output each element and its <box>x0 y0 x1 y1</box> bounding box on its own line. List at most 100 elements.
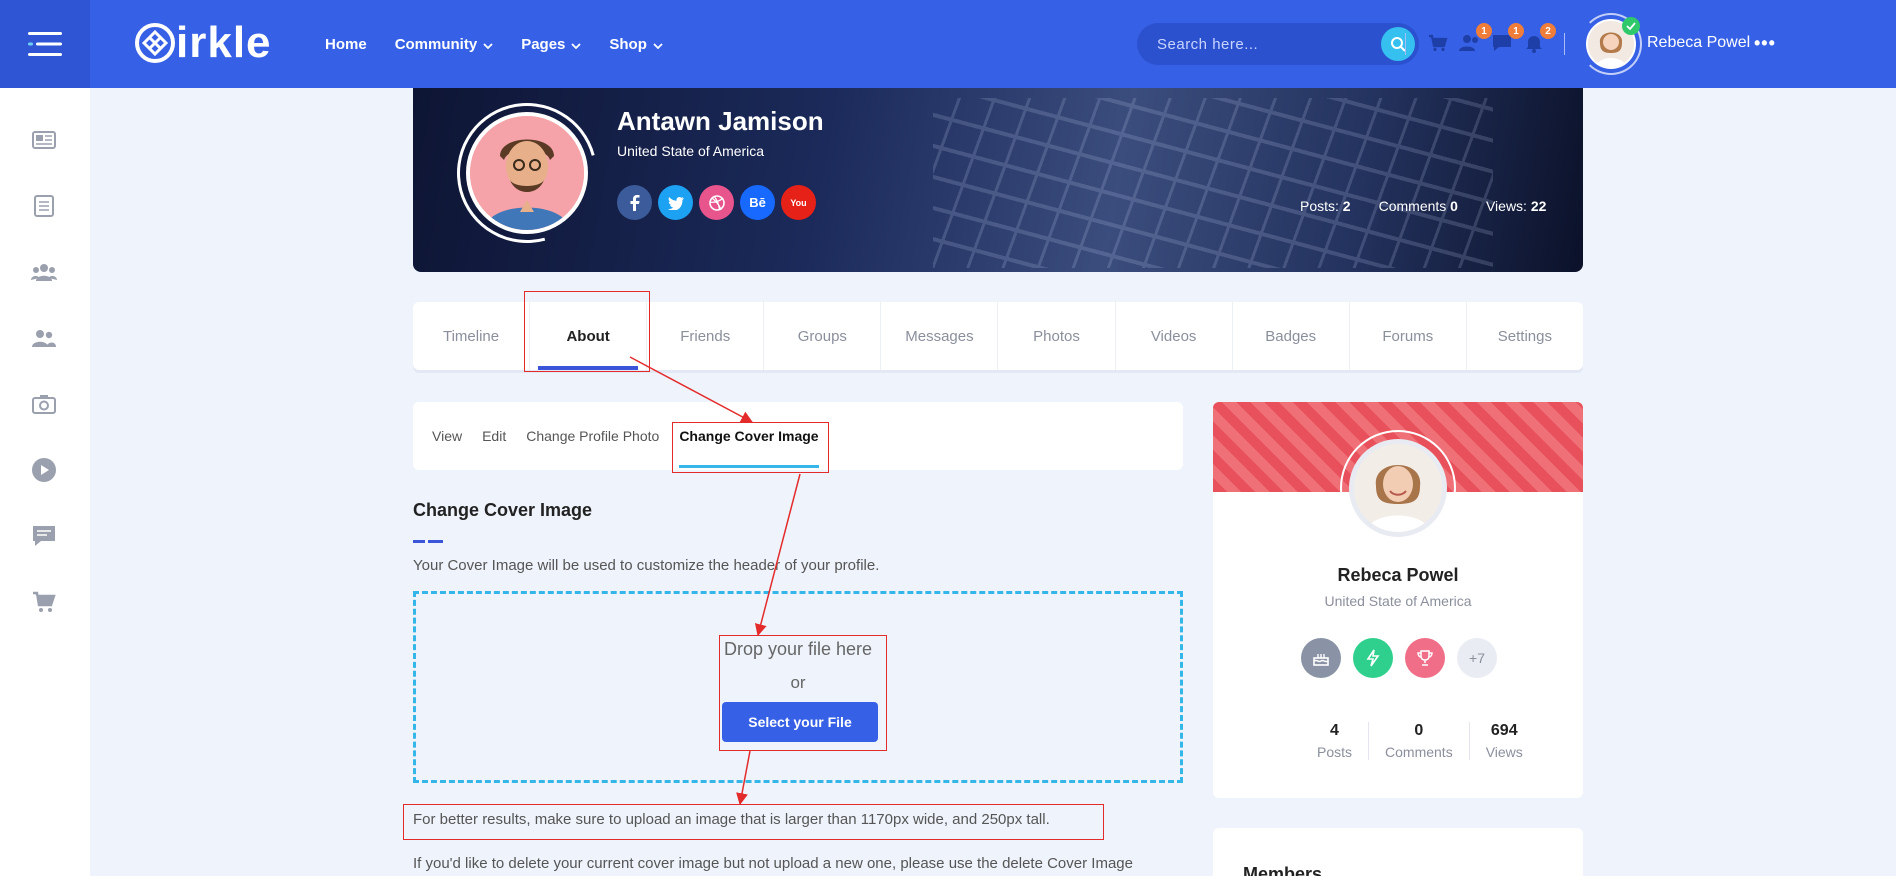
tab-photos[interactable]: Photos <box>998 302 1116 370</box>
card-stat-label: Posts <box>1317 744 1353 760</box>
social-links: Bē You <box>617 185 816 220</box>
sidebar-videos[interactable] <box>30 456 58 484</box>
youtube-icon: You <box>790 197 807 208</box>
behance-icon: Bē <box>749 195 766 210</box>
youtube-link[interactable]: You <box>781 185 816 220</box>
divider <box>1564 33 1565 55</box>
tab-settings[interactable]: Settings <box>1467 302 1583 370</box>
user-profile-card: Rebeca Powel United State of America +7 … <box>1213 402 1583 798</box>
badge-more[interactable]: +7 <box>1457 638 1497 678</box>
verified-icon <box>1622 17 1640 35</box>
chevron-down-icon <box>483 42 493 49</box>
cart-icon <box>1429 34 1448 52</box>
logo-mark-icon <box>135 23 175 63</box>
logo-text: irkle <box>176 18 272 67</box>
nav-shop-label: Shop <box>609 35 647 53</box>
tab-videos[interactable]: Videos <box>1116 302 1233 370</box>
lightning-icon <box>1366 649 1380 667</box>
card-stat-value: 0 <box>1414 722 1424 739</box>
members-title: Members <box>1243 864 1323 876</box>
annotation-box-dropzone <box>719 635 887 751</box>
tab-friends[interactable]: Friends <box>647 302 765 370</box>
facebook-icon <box>630 194 639 211</box>
subnav-edit[interactable]: Edit <box>482 402 506 470</box>
stat-posts: Posts: 2 <box>1300 198 1351 214</box>
cart-button[interactable] <box>1426 31 1450 55</box>
dribbble-link[interactable] <box>699 185 734 220</box>
badge-trophy[interactable] <box>1405 638 1445 678</box>
subnav-change-profile-photo[interactable]: Change Profile Photo <box>526 402 659 470</box>
nav-shop[interactable]: Shop <box>609 36 663 53</box>
badge-birthday[interactable] <box>1301 638 1341 678</box>
search-button[interactable] <box>1381 27 1415 61</box>
sidebar-newsfeed[interactable] <box>30 126 58 154</box>
title-underline <box>413 540 443 543</box>
card-avatar-image <box>1354 444 1442 532</box>
sidebar-groups[interactable] <box>30 258 58 286</box>
intro-text: Your Cover Image will be used to customi… <box>413 557 880 574</box>
nav-community[interactable]: Community <box>395 36 494 53</box>
card-stat-views: 694 Views <box>1470 722 1539 760</box>
chat-icon <box>33 526 55 546</box>
cover-pattern <box>933 98 1493 268</box>
profile-avatar[interactable] <box>466 112 588 234</box>
chevron-down-icon <box>571 42 582 49</box>
tab-timeline[interactable]: Timeline <box>413 302 531 370</box>
card-stat-label: Comments <box>1385 744 1453 760</box>
logo[interactable]: irkle <box>134 18 272 68</box>
search-box <box>1137 23 1419 65</box>
sidebar-shop[interactable] <box>30 588 58 616</box>
tab-messages[interactable]: Messages <box>881 302 999 370</box>
top-bar: irkle Home Community Pages Shop 1 1 2 <box>0 0 1896 88</box>
behance-link[interactable]: Bē <box>740 185 775 220</box>
more-options-icon[interactable]: ••• <box>1754 33 1776 54</box>
cake-icon <box>1313 654 1329 666</box>
newsfeed-icon <box>32 131 56 149</box>
card-stat-value: 4 <box>1330 722 1339 739</box>
facebook-link[interactable] <box>617 185 652 220</box>
sidebar-photos[interactable] <box>30 390 58 418</box>
users-icon <box>32 330 56 347</box>
stat-views-value: 22 <box>1530 198 1547 214</box>
stat-views-label: Views: <box>1485 198 1527 214</box>
nav-pages[interactable]: Pages <box>521 36 582 53</box>
annotation-box-change-cover <box>672 422 829 473</box>
profile-stats: Posts: 2 Comments 0 Views: 22 <box>1300 198 1546 214</box>
stat-comments-label: Comments <box>1378 198 1447 214</box>
tab-groups[interactable]: Groups <box>764 302 882 370</box>
chevron-down-icon <box>653 42 663 49</box>
annotation-box-about <box>524 291 650 372</box>
search-input[interactable] <box>1157 23 1357 65</box>
twitter-link[interactable] <box>658 185 693 220</box>
hamburger-icon <box>28 32 62 56</box>
messages-button[interactable]: 1 <box>1490 23 1524 55</box>
tab-forums[interactable]: Forums <box>1350 302 1467 370</box>
section-title: Change Cover Image <box>413 500 593 520</box>
document-icon <box>34 195 54 217</box>
card-user-name[interactable]: Rebeca Powel <box>1213 565 1583 586</box>
delete-cover-note: If you'd like to delete your current cov… <box>413 855 1133 872</box>
card-user-location: United State of America <box>1324 593 1472 609</box>
card-stat-value: 694 <box>1490 722 1518 739</box>
sidebar-pages[interactable] <box>30 192 58 220</box>
camera-icon <box>32 395 56 414</box>
stat-posts-label: Posts: <box>1300 198 1339 214</box>
card-avatar[interactable] <box>1349 439 1447 537</box>
friend-requests-button[interactable]: 1 <box>1458 23 1492 55</box>
trophy-icon <box>1417 650 1433 666</box>
notifications-button[interactable]: 2 <box>1522 23 1556 55</box>
profile-avatar-image <box>470 116 584 230</box>
subnav-view[interactable]: View <box>432 402 462 470</box>
menu-toggle-button[interactable] <box>0 0 90 88</box>
badge-energy[interactable] <box>1353 638 1393 678</box>
sidebar-messages[interactable] <box>30 522 58 550</box>
tab-badges[interactable]: Badges <box>1233 302 1350 370</box>
stat-comments-value: 0 <box>1450 198 1458 214</box>
card-stat-label: Views <box>1485 744 1523 760</box>
sidebar-friends[interactable] <box>30 324 58 352</box>
main-nav: Home Community Pages Shop <box>325 0 691 88</box>
nav-home[interactable]: Home <box>325 36 367 53</box>
user-name[interactable]: Rebeca Powel <box>1647 34 1750 52</box>
profile-location: United State of America <box>617 143 765 159</box>
stat-comments: Comments 0 <box>1379 198 1458 214</box>
